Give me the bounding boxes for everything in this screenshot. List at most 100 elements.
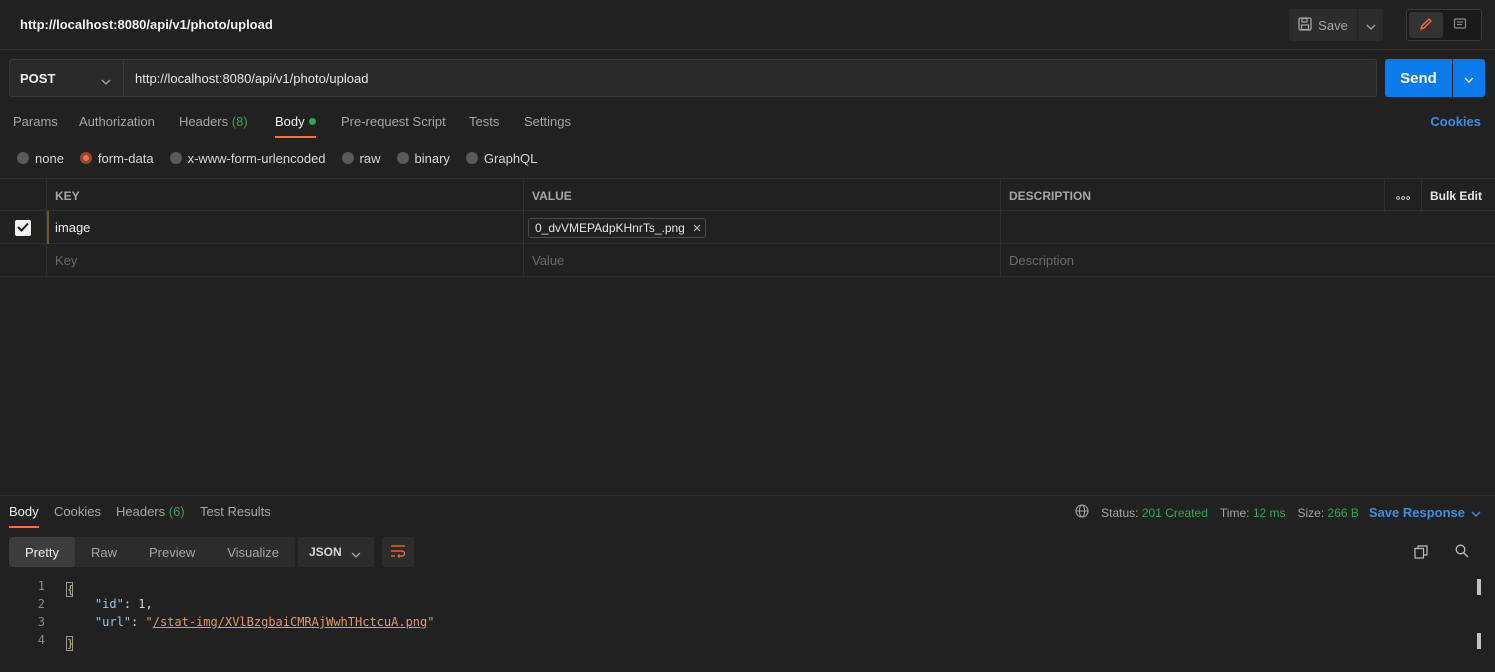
comments-mode-button[interactable] [1443,12,1477,38]
radio-form-data[interactable] [79,152,92,164]
json-value-url-link[interactable]: /stat-img/XVlBzgbaiCMRAjWwhTHctcuA.png [153,615,428,629]
size-value[interactable]: 266 B [1328,506,1359,520]
file-name: 0_dvVMEPAdpKHnrTs_.png [535,220,685,235]
code-line: 3 "url": "/stat-img/XVlBzgbaiCMRAjWwhTHc… [0,615,1470,633]
row-description-cell[interactable] [1000,211,1495,244]
response-tab-headers-label: Headers [116,504,166,519]
body-type-binary[interactable]: binary [396,151,450,166]
status-value[interactable]: 201 Created [1142,506,1208,520]
chevron-down-icon [1366,18,1376,33]
send-group: Send [1385,59,1485,97]
size-label: Size: [1297,505,1325,520]
send-options-button[interactable] [1453,59,1485,97]
pencil-icon [1419,17,1433,34]
bulk-edit-button[interactable]: Bulk Edit [1421,179,1495,212]
request-tabs: Params Authorization Headers (8) Body Pr… [0,108,1495,138]
radio-urlencoded[interactable] [169,152,182,164]
save-response-label: Save Response [1368,505,1465,520]
method-select[interactable]: POST [9,59,124,97]
more-horizontal-icon [1396,189,1410,203]
body-type-raw[interactable]: raw [341,150,381,166]
tab-params[interactable]: Params [13,114,58,138]
line-content: "url": "/stat-img/XVlBzgbaiCMRAjWwhTHctc… [94,615,435,629]
code-line: 1 { [0,579,1470,597]
tab-headers[interactable]: Headers (8) [179,114,248,138]
body-indicator-dot [308,118,316,125]
tab-body[interactable]: Body [275,114,316,138]
wrap-lines-button[interactable] [382,537,414,567]
row-key-cell[interactable]: image [46,211,523,244]
body-type-none[interactable]: none [17,151,64,166]
body-type-graphql[interactable]: GraphQL [465,151,537,166]
url-input[interactable]: http://localhost:8080/api/v1/photo/uploa… [124,59,1377,97]
chevron-down-icon [351,547,361,561]
send-button[interactable]: Send [1385,59,1452,97]
form-data-table: KEY VALUE DESCRIPTION Bulk Edit image 0_… [0,178,1495,277]
search-icon[interactable] [1455,544,1469,561]
view-pretty[interactable]: Pretty [9,537,75,567]
view-mode-toggle [1406,9,1482,41]
save-options-button[interactable] [1358,9,1383,41]
response-body-code[interactable]: 1 { 2 "id": 1, 3 "url": "/stat-img/XVlBz… [0,579,1470,651]
radio-binary[interactable] [396,152,409,164]
save-icon [1298,16,1312,34]
json-key-url: "url" [94,615,132,629]
request-title[interactable]: http://localhost:8080/api/v1/photo/uploa… [20,17,273,32]
body-type-raw-label: raw [359,150,381,166]
row-check-cell [0,211,46,244]
tab-tests[interactable]: Tests [469,114,499,138]
body-type-none-label: none [35,150,64,166]
view-visualize[interactable]: Visualize [211,537,295,567]
row-check-cell [0,244,46,277]
body-type-urlencoded-label: x-www-form-urlencoded [187,150,326,166]
line-content: { [66,579,74,597]
edit-mode-button[interactable] [1409,12,1443,38]
code-line: 4 } [0,633,1470,651]
response-tab-cookies[interactable]: Cookies [54,504,101,528]
cookies-link[interactable]: Cookies [1430,114,1481,129]
code-line: 2 "id": 1, [0,597,1470,615]
response-meta: Status: 201 Created Time: 12 ms Size: 26… [1075,504,1481,521]
body-type-form-data[interactable]: form-data [79,151,154,166]
more-options-button[interactable] [1384,179,1421,212]
save-response-button[interactable]: Save Response [1369,505,1481,520]
response-panel: Body Cookies Headers (6) Test Results St… [0,495,1495,672]
tab-headers-label: Headers [179,114,229,129]
view-preview[interactable]: Preview [133,537,211,567]
remove-file-icon[interactable] [693,221,701,235]
view-raw[interactable]: Raw [75,537,133,567]
line-content: "id": 1, [94,597,153,611]
save-group: Save [1289,9,1383,41]
radio-graphql[interactable] [465,152,478,164]
time-value[interactable]: 12 ms [1253,506,1286,520]
headers-count: (8) [231,114,248,129]
new-value-input[interactable]: Value [523,244,1000,277]
row-enabled-checkbox[interactable] [15,219,31,236]
new-description-input[interactable]: Description [1000,244,1495,277]
copy-icon[interactable] [1414,545,1428,562]
time-label: Time: [1219,505,1250,520]
scrollbar-marker-bottom[interactable] [1477,633,1481,649]
response-tab-test-results[interactable]: Test Results [200,504,271,528]
chevron-down-icon [1471,505,1481,520]
globe-icon[interactable] [1075,504,1089,521]
row-value-cell[interactable]: 0_dvVMEPAdpKHnrTs_.png [523,211,1000,244]
response-tab-headers[interactable]: Headers (6) [116,504,185,528]
response-tab-body[interactable]: Body [9,504,39,528]
tab-prerequest-script[interactable]: Pre-request Script [341,114,446,138]
tab-settings[interactable]: Settings [524,114,571,138]
response-view-tabs: Pretty Raw Preview Visualize [9,537,296,567]
tab-authorization[interactable]: Authorization [79,114,155,138]
scrollbar-marker-top[interactable] [1477,579,1481,595]
save-button[interactable]: Save [1289,9,1357,41]
json-key-id: "id" [94,597,124,611]
body-type-urlencoded[interactable]: x-www-form-urlencoded [169,150,326,166]
radio-raw[interactable] [341,152,354,164]
format-select[interactable]: JSON [298,537,374,567]
new-key-input[interactable]: Key [46,244,523,277]
json-value-id: 1 [138,597,146,611]
line-number: 4 [37,633,45,647]
radio-none[interactable] [17,152,29,164]
table-header-row: KEY VALUE DESCRIPTION Bulk Edit [0,178,1495,212]
tab-body-label: Body [275,114,305,129]
